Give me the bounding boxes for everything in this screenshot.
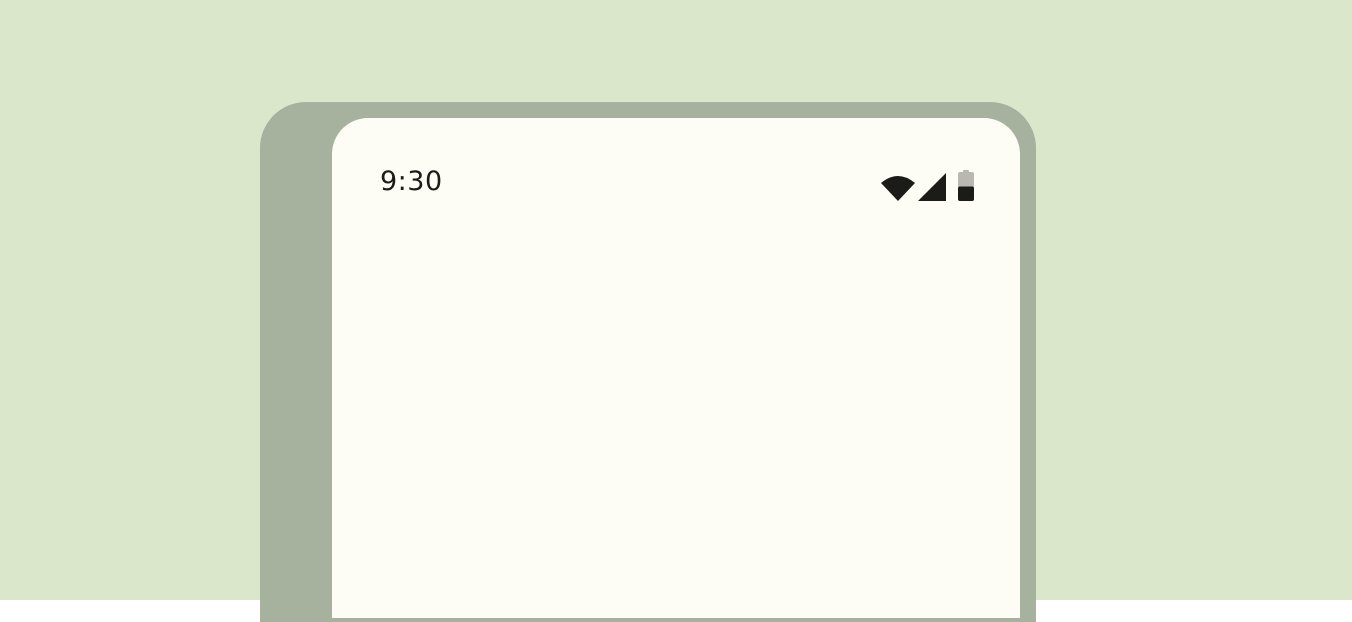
status-bar: 9:30 [332, 118, 1020, 228]
phone-screen: 9:30 [332, 118, 1020, 618]
battery-icon [958, 170, 974, 201]
status-time: 9:30 [380, 166, 443, 197]
cellular-signal-icon [918, 173, 946, 201]
status-icons [880, 169, 974, 201]
wifi-icon [881, 176, 915, 201]
